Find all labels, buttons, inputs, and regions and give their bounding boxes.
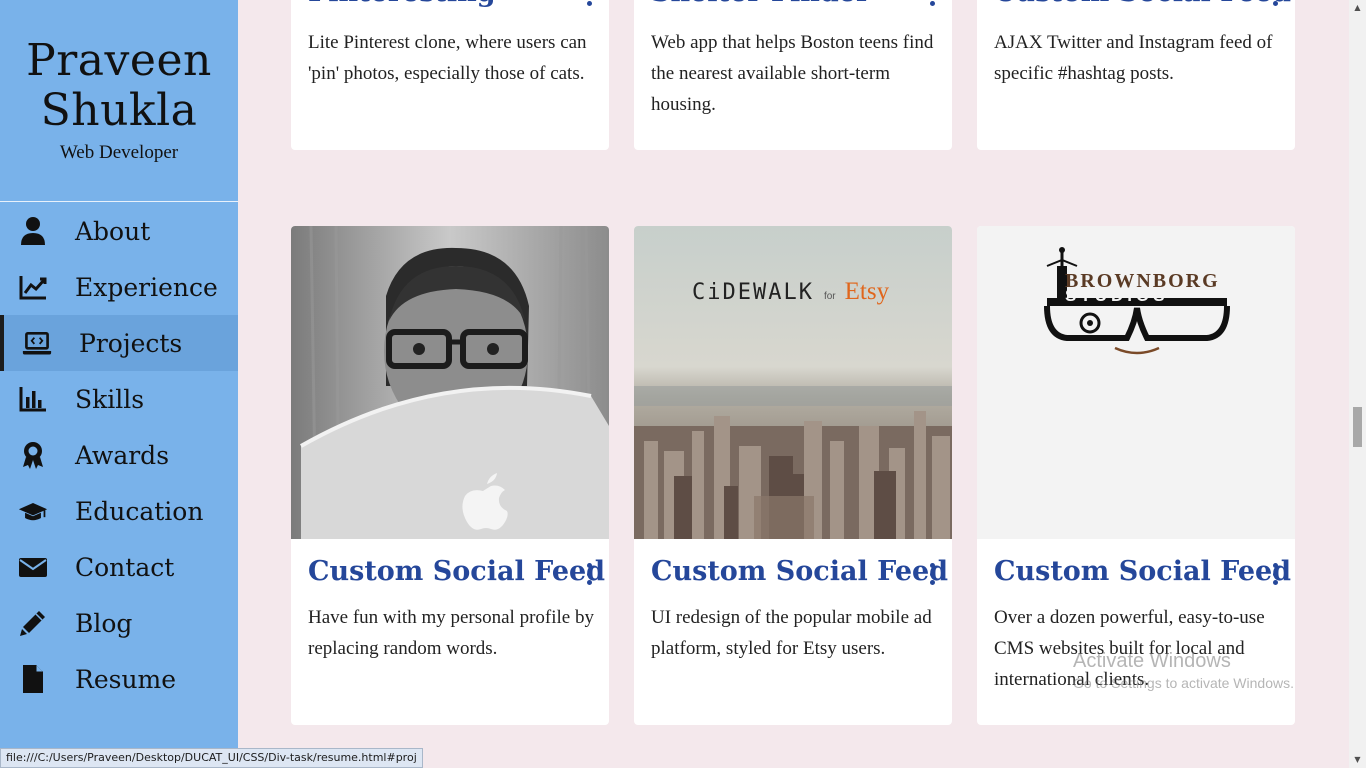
more-options-icon[interactable] [585, 0, 593, 6]
cidewalk-logo-word: CiDEWALK [692, 280, 814, 305]
nav-item-education[interactable]: Education [0, 483, 238, 539]
scroll-down-arrow-icon[interactable]: ▼ [1353, 755, 1362, 764]
file-icon [16, 664, 50, 694]
cidewalk-logo: CiDEWALK for Etsy [692, 278, 889, 306]
project-description: UI redesign of the popular mobile ad pla… [651, 607, 932, 659]
chart-line-icon [16, 272, 50, 302]
sidebar: Praveen Shukla Web Developer About Exper… [0, 0, 238, 768]
nav-item-skills[interactable]: Skills [0, 371, 238, 427]
bar-chart-icon [16, 384, 50, 414]
nav-label: Blog [75, 608, 133, 638]
nav-item-experience[interactable]: Experience [0, 259, 238, 315]
pencil-icon [16, 608, 50, 638]
user-icon [16, 216, 50, 246]
brand: Praveen Shukla Web Developer [0, 0, 238, 202]
project-card-2: CiDEWALK for Etsy Custom Social Feed UI … [634, 226, 952, 725]
brownborg-logo-line2: STUDIOS [1065, 286, 1169, 305]
nav-item-resume[interactable]: Resume [0, 651, 238, 707]
project-card-1: Custom Social Feed Have fun with my pers… [291, 226, 609, 725]
project-card-shelter-finder: Shelter Finder Web app that helps Boston… [634, 0, 952, 150]
project-title[interactable]: Pinteresting [308, 0, 496, 8]
project-description: Over a dozen powerful, easy-to-use CMS w… [994, 607, 1265, 690]
nav-item-contact[interactable]: Contact [0, 539, 238, 595]
status-bar-url: file:///C:/Users/Praveen/Desktop/DUCAT_U… [0, 748, 423, 768]
nav-label: Awards [75, 440, 170, 470]
project-description: Web app that helps Boston teens find the… [651, 32, 934, 115]
nav-label: About [75, 216, 151, 246]
nav-label: Experience [75, 272, 218, 302]
project-description: Have fun with my personal profile by rep… [308, 607, 594, 659]
nav-item-about[interactable]: About [0, 203, 238, 259]
nav-item-awards[interactable]: Awards [0, 427, 238, 483]
nav-label: Projects [79, 328, 183, 358]
page-scrollbar[interactable]: ▲ ▼ [1349, 0, 1366, 768]
laptop-code-icon [20, 328, 54, 358]
profile-name: Praveen Shukla [0, 36, 238, 136]
more-options-icon[interactable] [928, 563, 936, 585]
project-image-brownborg[interactable]: BROWNBORG STUDIOS [977, 226, 1295, 539]
project-title[interactable]: Custom Social Feed [994, 0, 1291, 8]
nav-label: Skills [75, 384, 145, 414]
project-card-3: BROWNBORG STUDIOS Custom Social Feed Ove… [977, 226, 1295, 725]
nav-label: Education [75, 496, 204, 526]
nav-item-blog[interactable]: Blog [0, 595, 238, 651]
profile-role: Web Developer [59, 142, 179, 163]
profile-name-last: Shukla [40, 85, 198, 136]
scroll-up-arrow-icon[interactable]: ▲ [1353, 3, 1362, 12]
project-description: AJAX Twitter and Instagram feed of speci… [994, 32, 1273, 84]
award-icon [16, 440, 50, 470]
project-card-custom-social-feed: Custom Social Feed AJAX Twitter and Inst… [977, 0, 1295, 150]
nav-item-projects[interactable]: Projects [0, 315, 238, 371]
project-description: Lite Pinterest clone, where users can 'p… [308, 32, 587, 84]
project-title[interactable]: Custom Social Feed [994, 556, 1291, 587]
more-options-icon[interactable] [928, 0, 936, 6]
project-card-pinteresting: Pinteresting Lite Pinterest clone, where… [291, 0, 609, 150]
envelope-icon [16, 552, 50, 582]
project-image-person-laptop[interactable] [291, 226, 609, 539]
cidewalk-logo-brand: Etsy [844, 278, 890, 305]
more-options-icon[interactable] [585, 563, 593, 585]
more-options-icon[interactable] [1271, 563, 1279, 585]
more-options-icon[interactable] [1271, 0, 1279, 6]
project-title[interactable]: Custom Social Feed [308, 556, 605, 587]
cidewalk-logo-for: for [823, 291, 836, 302]
project-image-cidewalk[interactable]: CiDEWALK for Etsy [634, 226, 952, 539]
nav-label: Resume [75, 664, 177, 694]
graduation-cap-icon [16, 496, 50, 526]
nav-label: Contact [75, 552, 175, 582]
scroll-thumb[interactable] [1353, 407, 1362, 447]
project-title[interactable]: Custom Social Feed [651, 556, 948, 587]
profile-name-first: Praveen [26, 35, 212, 86]
project-title[interactable]: Shelter Finder [651, 0, 870, 8]
